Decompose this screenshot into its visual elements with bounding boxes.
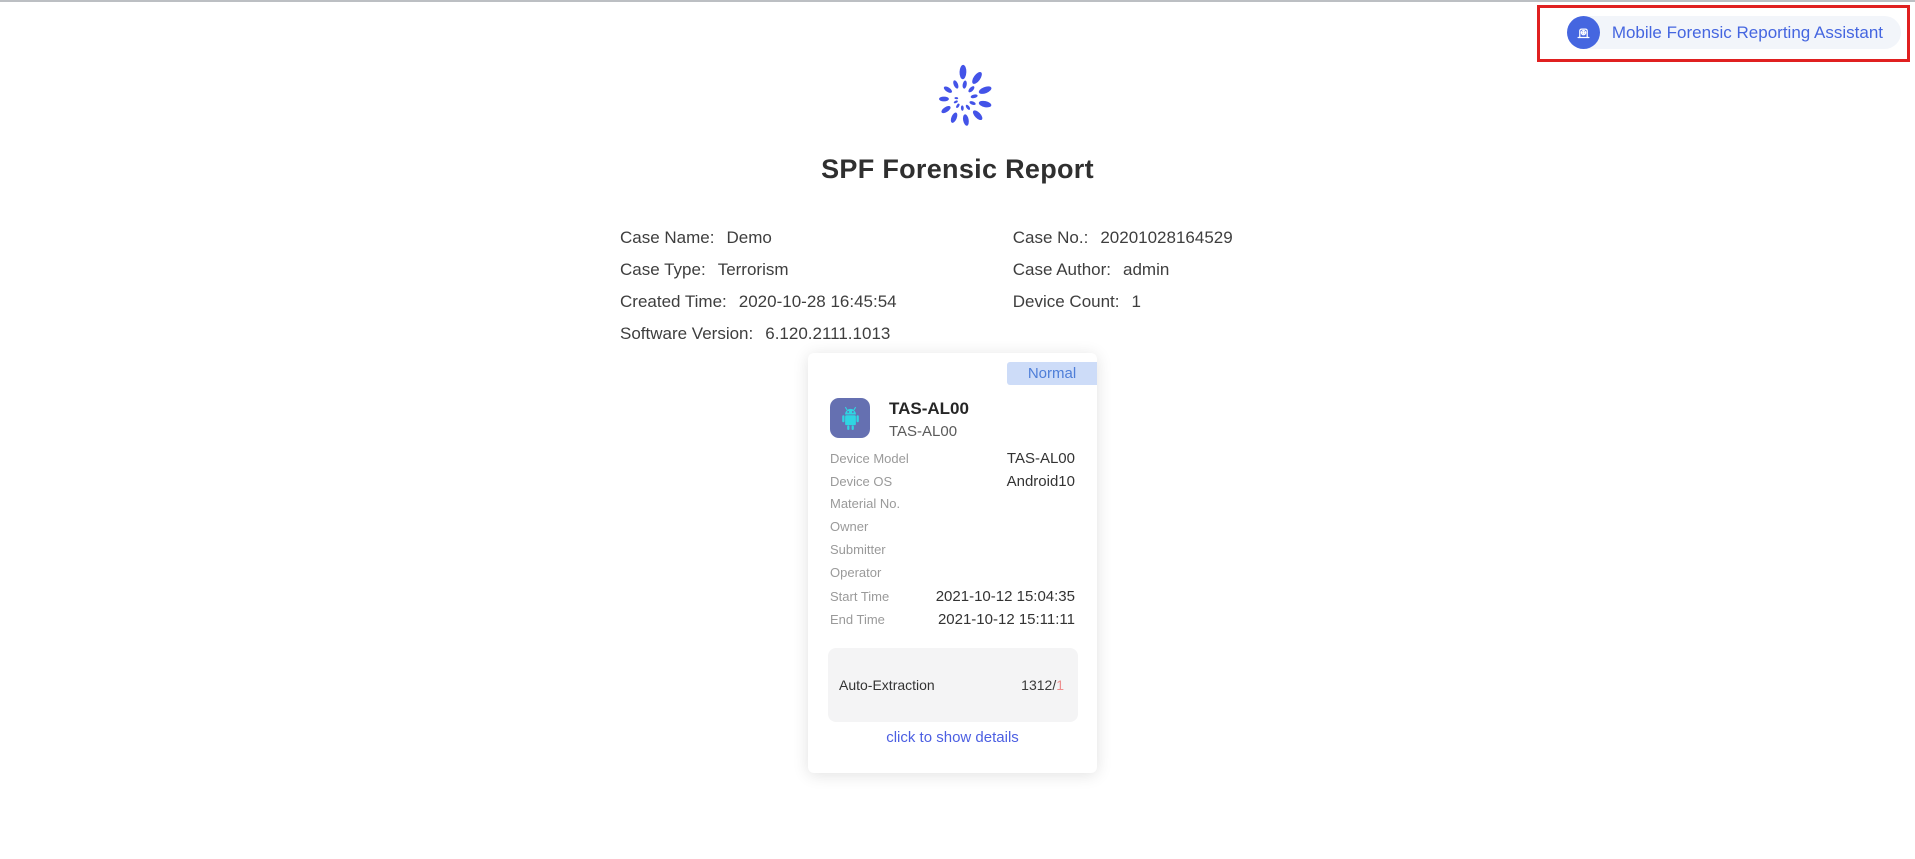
device-subname: TAS-AL00 (889, 423, 958, 440)
case-author-label: Case Author: (1012, 260, 1112, 279)
case-info-row: Case Type: Terrorism Case Author: admin (620, 254, 1233, 286)
android-icon (830, 398, 870, 438)
case-type-value: Terrorism (717, 260, 789, 279)
page-title: SPF Forensic Report (821, 154, 1094, 184)
case-no-value: 20201028164529 (1100, 228, 1233, 247)
created-time-value: 2020-10-28 16:45:54 (738, 292, 897, 311)
field-row-device-model: Device Model TAS-AL00 (830, 450, 1075, 467)
auto-extraction-count: 1312/1 (1021, 677, 1064, 693)
case-type-label: Case Type: (620, 260, 706, 279)
field-row-operator: Operator (830, 565, 882, 580)
case-no-label: Case No.: (1012, 228, 1089, 247)
device-fields: Device Model TAS-AL00 Device OS Android1… (830, 450, 1075, 634)
software-version-label: Software Version: (620, 324, 754, 343)
case-name-label: Case Name: (620, 228, 715, 247)
auto-extraction-row: Auto-Extraction 1312/1 (828, 648, 1078, 722)
field-row-start-time: Start Time 2021-10-12 15:04:35 (830, 588, 1075, 605)
device-count-label: Device Count: (1012, 292, 1120, 311)
mobile-assistant-button[interactable]: Mobile Forensic Reporting Assistant (1566, 16, 1901, 49)
field-row-owner: Owner (830, 519, 869, 534)
auto-extraction-total: 1 (1056, 677, 1064, 693)
auto-extraction-label: Auto-Extraction (839, 677, 935, 693)
field-row-submitter: Submitter (830, 542, 886, 557)
field-row-device-os: Device OS Android10 (830, 473, 1075, 490)
mobile-assistant-label: Mobile Forensic Reporting Assistant (1611, 22, 1883, 42)
field-row-end-time: End Time 2021-10-12 15:11:11 (830, 611, 1075, 628)
case-info-row: Case Name: Demo Case No.: 20201028164529 (620, 222, 1233, 254)
case-info-row: Created Time: 2020-10-28 16:45:54 Device … (620, 286, 1233, 318)
spiral-logo (939, 64, 992, 126)
show-details-link[interactable]: click to show details (808, 729, 1097, 746)
page-top-border (0, 0, 1915, 2)
case-author-value: admin (1123, 260, 1170, 279)
device-card: Normal TAS-AL00 TAS-AL00 Device Model TA… (808, 353, 1097, 773)
software-version-value: 6.120.2111.1013 (765, 324, 891, 343)
mobile-assistant-icon (1566, 16, 1600, 49)
status-badge: Normal (1007, 362, 1097, 385)
case-info-row: Software Version: 6.120.2111.1013 (620, 318, 1233, 350)
case-info: Case Name: Demo Case No.: 20201028164529 C… (620, 222, 1233, 350)
device-name: TAS-AL00 (889, 399, 969, 418)
created-time-label: Created Time: (620, 292, 727, 311)
case-name-value: Demo (726, 228, 772, 247)
field-row-material-no: Material No. (830, 496, 901, 511)
device-count-value: 1 (1131, 292, 1141, 311)
